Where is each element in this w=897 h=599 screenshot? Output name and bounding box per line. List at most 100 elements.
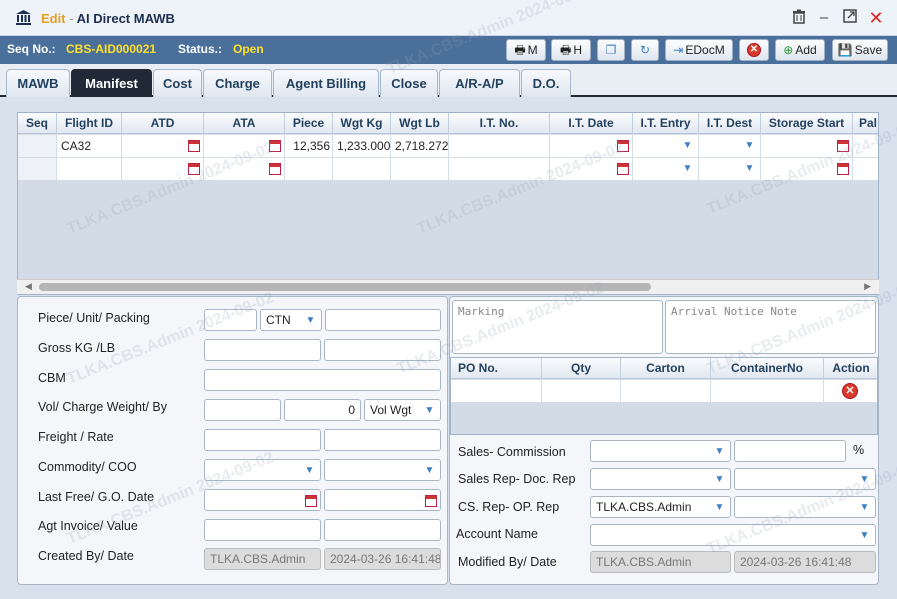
- qty-cell[interactable]: [542, 380, 621, 403]
- column-header[interactable]: Piece: [285, 113, 333, 134]
- flight-id-cell[interactable]: CA32: [57, 135, 122, 158]
- carton-cell[interactable]: [621, 380, 711, 403]
- calendar-icon[interactable]: [617, 163, 629, 175]
- calendar-icon[interactable]: [188, 163, 200, 175]
- it-entry-cell[interactable]: ▼: [633, 135, 699, 158]
- weight-by-select[interactable]: Vol Wgt ▼: [364, 399, 441, 421]
- wgt-kg-cell[interactable]: [333, 158, 391, 181]
- commodity-select[interactable]: ▼: [204, 459, 321, 481]
- column-header[interactable]: Action: [824, 358, 877, 379]
- column-header[interactable]: Pal: [853, 113, 878, 134]
- calendar-icon[interactable]: [305, 495, 317, 507]
- tab-mawb[interactable]: MAWB: [6, 69, 70, 97]
- scroll-thumb[interactable]: [39, 283, 651, 291]
- column-header[interactable]: ContainerNo: [711, 358, 824, 379]
- it-date-cell[interactable]: [550, 135, 633, 158]
- go-date-input[interactable]: [324, 489, 441, 511]
- scroll-left-icon[interactable]: ◀: [25, 281, 32, 292]
- column-header[interactable]: ATD: [122, 113, 204, 134]
- horizontal-scrollbar[interactable]: ◀ ▶: [17, 279, 879, 294]
- last-free-date-input[interactable]: [204, 489, 321, 511]
- column-header[interactable]: PO No.: [451, 358, 542, 379]
- vol-weight-input[interactable]: [204, 399, 281, 421]
- atd-cell[interactable]: [122, 158, 204, 181]
- add-button[interactable]: ⊕ Add: [775, 39, 825, 61]
- column-header[interactable]: I.T. Date: [550, 113, 633, 134]
- column-header[interactable]: ATA: [204, 113, 285, 134]
- piece-input[interactable]: [204, 309, 257, 331]
- cancel-button[interactable]: ✕: [739, 39, 769, 61]
- coo-select[interactable]: ▼: [324, 459, 441, 481]
- trash-icon[interactable]: [790, 9, 808, 27]
- tab-manifest[interactable]: Manifest: [71, 69, 152, 97]
- column-header[interactable]: Wgt Lb: [391, 113, 449, 134]
- piece-cell[interactable]: 12,356: [285, 135, 333, 158]
- it-no-cell[interactable]: [449, 158, 550, 181]
- tab-do[interactable]: D.O.: [521, 69, 571, 97]
- tab-close[interactable]: Close: [380, 69, 438, 97]
- cbm-input[interactable]: [204, 369, 441, 391]
- chevron-down-icon[interactable]: ▼: [743, 139, 756, 152]
- tab-cost[interactable]: Cost: [153, 69, 202, 97]
- tab-charge[interactable]: Charge: [203, 69, 272, 97]
- packing-input[interactable]: [325, 309, 441, 331]
- unit-select[interactable]: CTN ▼: [260, 309, 322, 331]
- print-h-button[interactable]: 🖶 H: [551, 39, 591, 61]
- column-header[interactable]: I.T. Entry: [633, 113, 699, 134]
- doc-rep-select[interactable]: ▼: [734, 468, 876, 490]
- piece-cell[interactable]: [285, 158, 333, 181]
- ata-cell[interactable]: [204, 158, 285, 181]
- column-header[interactable]: I.T. Dest: [699, 113, 761, 134]
- calendar-icon[interactable]: [837, 163, 849, 175]
- invoice-value-input[interactable]: [324, 519, 441, 541]
- pal-cell[interactable]: [853, 158, 878, 181]
- marking-textarea[interactable]: Marking: [452, 300, 663, 354]
- chevron-down-icon[interactable]: ▼: [681, 162, 694, 175]
- save-button[interactable]: 💾 Save: [832, 39, 888, 61]
- container-no-cell[interactable]: [711, 380, 824, 403]
- wgt-lb-cell[interactable]: 2,718.272: [391, 135, 449, 158]
- calendar-icon[interactable]: [188, 140, 200, 152]
- it-no-cell[interactable]: [449, 135, 550, 158]
- atd-cell[interactable]: [122, 135, 204, 158]
- it-entry-cell[interactable]: ▼: [633, 158, 699, 181]
- cs-rep-select[interactable]: TLKA.CBS.Admin ▼: [590, 496, 731, 518]
- wgt-lb-cell[interactable]: [391, 158, 449, 181]
- calendar-icon[interactable]: [425, 495, 437, 507]
- tab-agent-billing[interactable]: Agent Billing: [273, 69, 379, 97]
- arrival-notice-textarea[interactable]: Arrival Notice Note: [665, 300, 876, 354]
- tab-ar-ap[interactable]: A/R-A/P: [439, 69, 520, 97]
- storage-start-cell[interactable]: [761, 135, 853, 158]
- it-dest-cell[interactable]: ▼: [699, 135, 761, 158]
- maximize-icon[interactable]: [841, 9, 859, 27]
- column-header[interactable]: Storage Start: [761, 113, 853, 134]
- flight-id-cell[interactable]: [57, 158, 122, 181]
- calendar-icon[interactable]: [269, 163, 281, 175]
- storage-start-cell[interactable]: [761, 158, 853, 181]
- delete-row-icon[interactable]: ✕: [842, 383, 858, 399]
- charge-weight-input[interactable]: 0: [284, 399, 361, 421]
- close-icon[interactable]: ✕: [867, 9, 885, 27]
- rate-input[interactable]: [324, 429, 441, 451]
- chevron-down-icon[interactable]: ▼: [681, 139, 694, 152]
- it-dest-cell[interactable]: ▼: [699, 158, 761, 181]
- commission-input[interactable]: [734, 440, 846, 462]
- it-date-cell[interactable]: [550, 158, 633, 181]
- refresh-button[interactable]: ↻: [631, 39, 659, 61]
- scroll-right-icon[interactable]: ▶: [864, 281, 871, 292]
- gross-kg-input[interactable]: [204, 339, 321, 361]
- sales-select[interactable]: ▼: [590, 440, 731, 462]
- pal-cell[interactable]: [853, 135, 878, 158]
- calendar-icon[interactable]: [837, 140, 849, 152]
- wgt-kg-cell[interactable]: 1,233.000: [333, 135, 391, 158]
- column-header[interactable]: I.T. No.: [449, 113, 550, 134]
- chevron-down-icon[interactable]: ▼: [743, 162, 756, 175]
- op-rep-select[interactable]: ▼: [734, 496, 876, 518]
- calendar-icon[interactable]: [617, 140, 629, 152]
- column-header[interactable]: Flight ID: [57, 113, 122, 134]
- calendar-icon[interactable]: [269, 140, 281, 152]
- gross-lb-input[interactable]: [324, 339, 441, 361]
- print-m-button[interactable]: 🖶 M: [506, 39, 546, 61]
- account-name-select[interactable]: ▼: [590, 524, 876, 546]
- copy-button[interactable]: ❐: [597, 39, 625, 61]
